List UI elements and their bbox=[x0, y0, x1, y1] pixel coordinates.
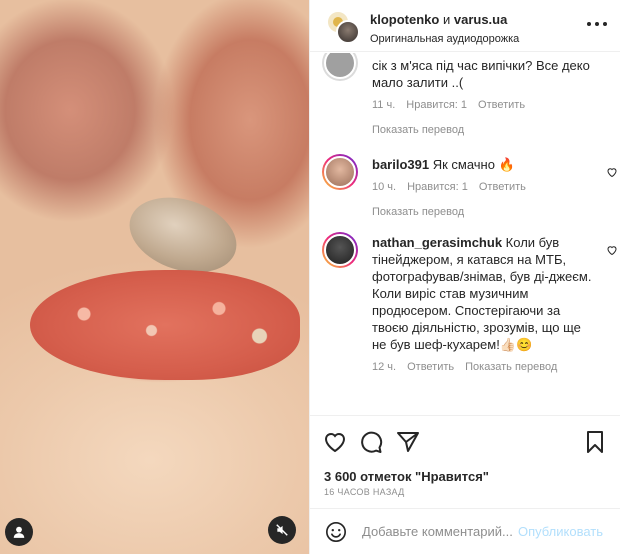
avatar[interactable] bbox=[322, 232, 358, 268]
collab-avatars[interactable] bbox=[326, 10, 360, 44]
like-comment-icon[interactable] bbox=[606, 166, 618, 178]
avatar[interactable] bbox=[322, 154, 358, 190]
mince-image-detail bbox=[30, 270, 300, 380]
comment-username[interactable]: nathan_gerasimchuk bbox=[372, 235, 502, 250]
save-button[interactable] bbox=[583, 430, 607, 459]
bookmark-icon bbox=[587, 431, 603, 453]
comment-text: Як смачно 🔥 bbox=[432, 157, 515, 172]
comment-text: Коли був тінейджером, я катався на МТБ, … bbox=[372, 235, 592, 352]
publish-button[interactable]: Опубликовать bbox=[518, 524, 603, 539]
comment-time[interactable]: 11 ч. bbox=[372, 97, 395, 114]
post-media[interactable] bbox=[0, 0, 309, 554]
more-horizontal-icon bbox=[587, 22, 591, 26]
audio-link[interactable]: Оригинальная аудиодорожка bbox=[370, 33, 519, 45]
heart-icon bbox=[324, 433, 346, 453]
show-translation-button[interactable]: Показать перевод bbox=[372, 122, 594, 139]
like-button[interactable] bbox=[323, 430, 347, 459]
post-timestamp[interactable]: 16 ЧАСОВ НАЗАД bbox=[324, 487, 405, 497]
likes-count[interactable]: 3 600 отметок "Нравится" bbox=[324, 469, 489, 484]
comment-time[interactable]: 10 ч. bbox=[372, 179, 396, 196]
action-icons bbox=[323, 430, 608, 454]
avatar[interactable] bbox=[322, 53, 358, 81]
speaker-muted-icon bbox=[276, 524, 288, 536]
comment-icon bbox=[361, 431, 383, 453]
user-icon bbox=[13, 526, 25, 538]
comment-time[interactable]: 12 ч. bbox=[372, 359, 396, 376]
comment-username[interactable]: barilo391 bbox=[372, 157, 429, 172]
like-comment-icon[interactable] bbox=[606, 244, 618, 256]
comment-text: сік з м'яса під час випічки? Все деко ма… bbox=[372, 58, 590, 90]
emoji-icon[interactable] bbox=[325, 521, 347, 543]
comment-meta: 10 ч. Нравится: 1 Ответить bbox=[372, 179, 594, 196]
post-header: klopotenko и varus.ua Оригинальная аудио… bbox=[310, 0, 620, 52]
post-authors: klopotenko и varus.ua bbox=[370, 12, 507, 27]
add-comment-bar: Опубликовать bbox=[310, 508, 620, 554]
post-sidebar: klopotenko и varus.ua Оригинальная аудио… bbox=[309, 0, 620, 554]
show-translation-button[interactable]: Показать перевод bbox=[465, 359, 557, 376]
send-icon bbox=[397, 432, 419, 452]
comment-likes[interactable]: Нравится: 1 bbox=[406, 97, 467, 114]
comment-meta: 11 ч. Нравится: 1 Ответить bbox=[372, 97, 594, 114]
show-translation-button[interactable]: Показать перевод bbox=[372, 204, 594, 221]
share-button[interactable] bbox=[396, 430, 420, 459]
author-separator: и bbox=[442, 12, 451, 27]
avatar[interactable] bbox=[336, 20, 360, 44]
comments-list: сік з м'яса під час випічки? Все деко ма… bbox=[310, 53, 620, 415]
more-options-button[interactable] bbox=[587, 22, 607, 28]
mute-button[interactable] bbox=[268, 516, 296, 544]
comment-likes[interactable]: Нравится: 1 bbox=[407, 179, 468, 196]
tagged-users-button[interactable] bbox=[5, 518, 33, 546]
author-link[interactable]: klopotenko bbox=[370, 12, 439, 27]
reply-button[interactable]: Ответить bbox=[478, 97, 525, 114]
comment-meta: 12 ч. Ответить Показать перевод bbox=[372, 359, 594, 376]
reply-button[interactable]: Ответить bbox=[407, 359, 454, 376]
author-link[interactable]: varus.ua bbox=[454, 12, 507, 27]
reply-button[interactable]: Ответить bbox=[479, 179, 526, 196]
comment-button[interactable] bbox=[359, 430, 383, 459]
